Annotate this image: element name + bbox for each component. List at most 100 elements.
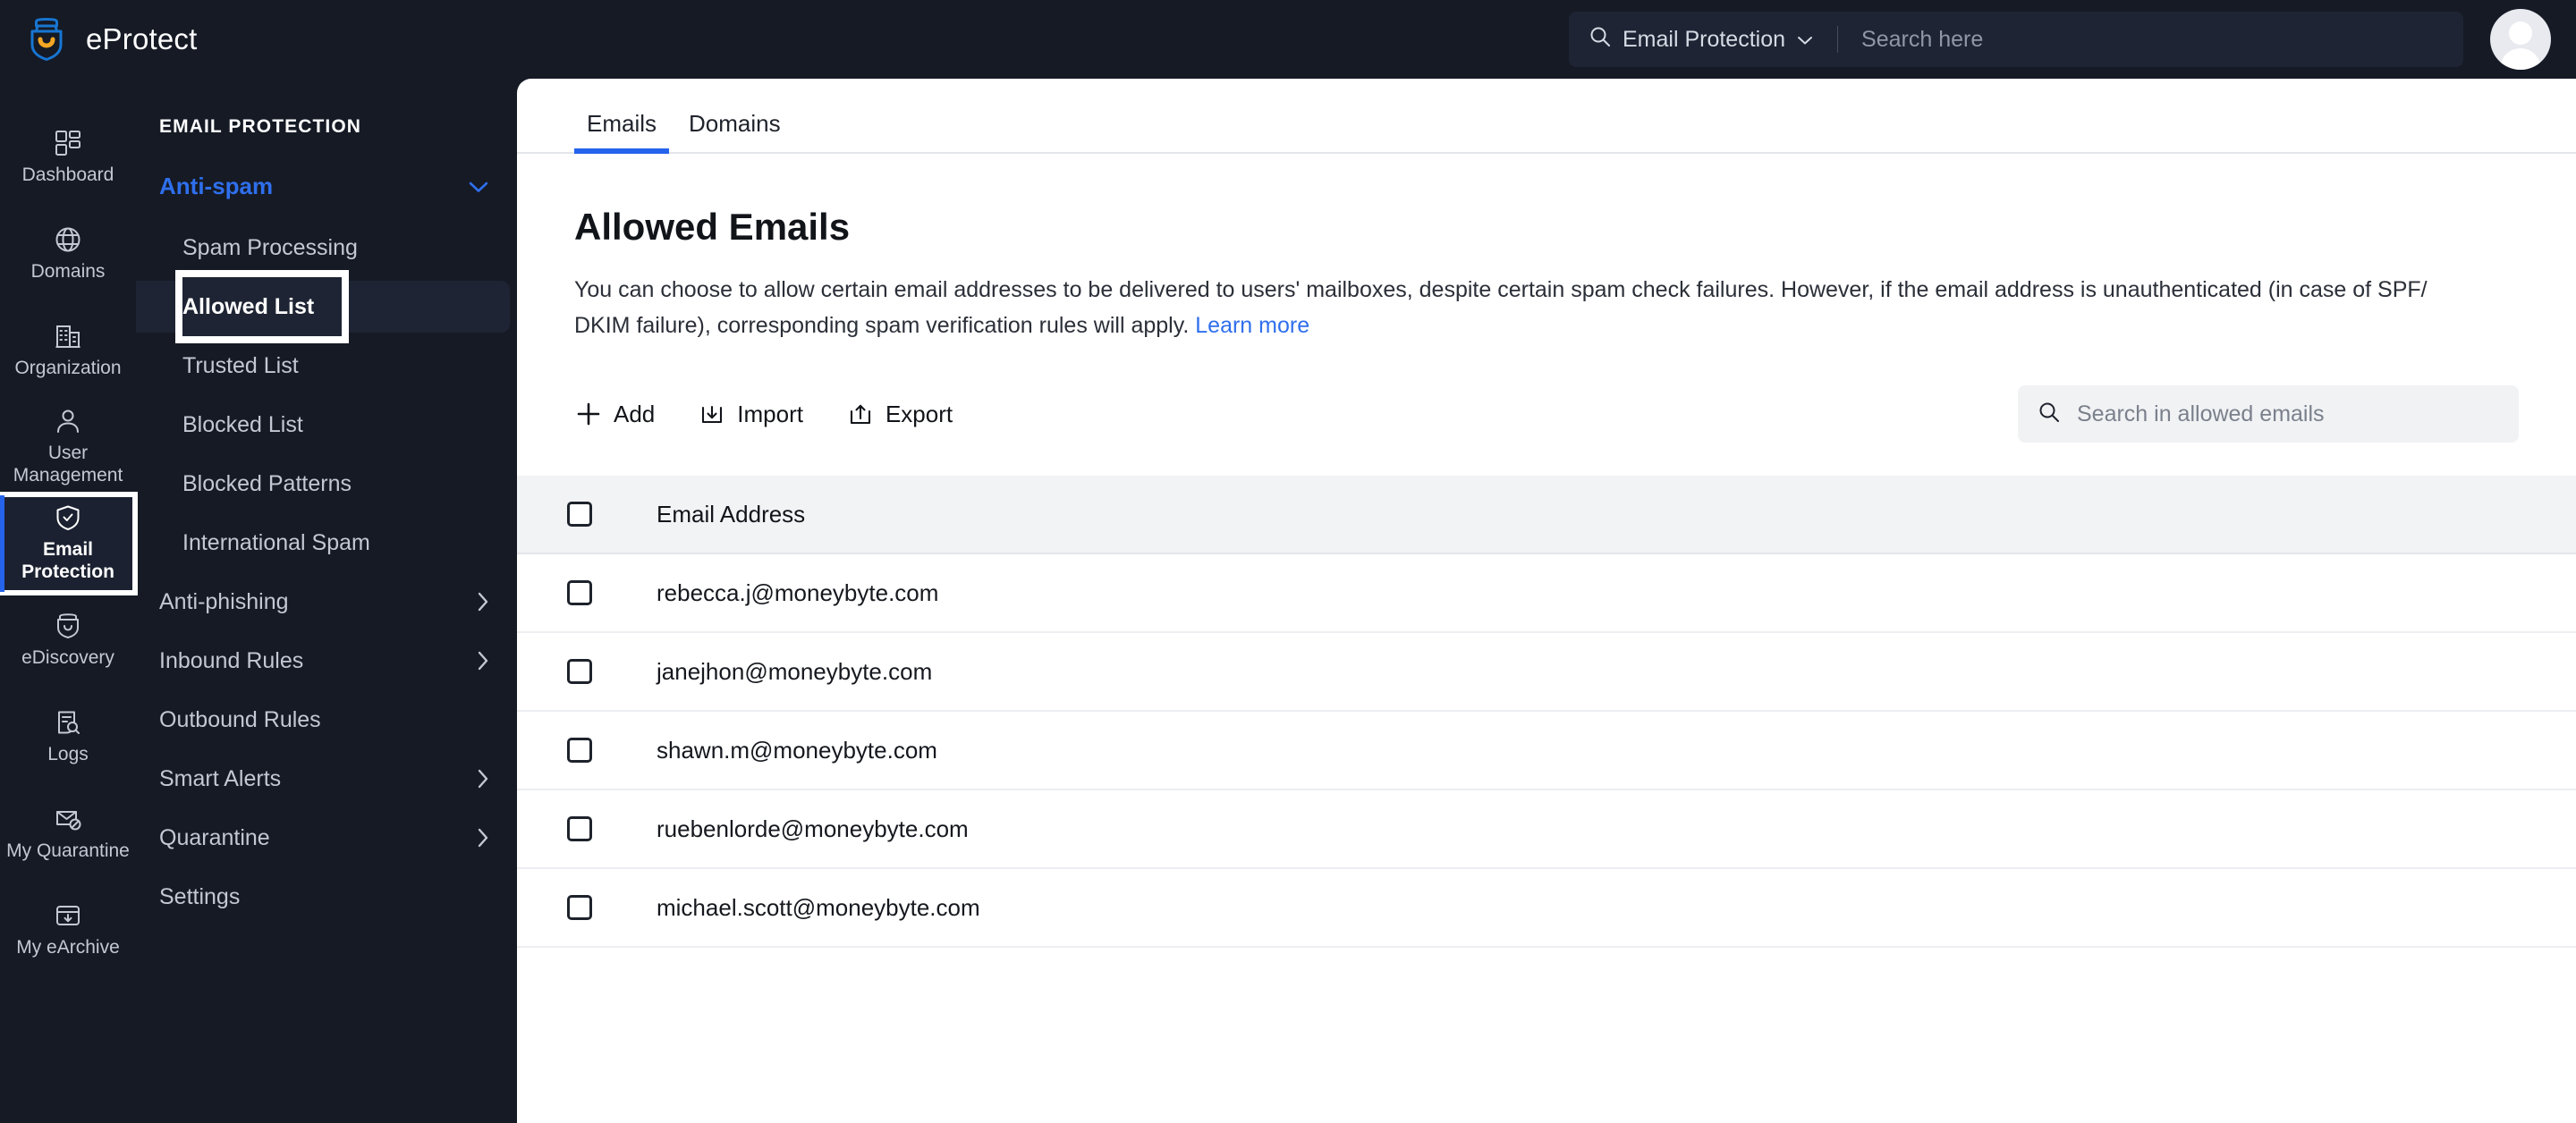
allowed-emails-table: Email Address rebecca.j@moneybyte.com ja… [517,476,2576,948]
row-checkbox[interactable] [567,738,592,763]
subnav-item-label: Blocked List [182,411,303,437]
subnav-item-international-spam[interactable]: International Spam [136,513,517,572]
tab-domains[interactable]: Domains [673,110,797,152]
subnav-item-label: Outbound Rules [159,706,321,732]
tab-emails[interactable]: Emails [571,110,673,154]
chevron-right-icon [476,767,490,790]
chevron-down-icon[interactable] [467,173,490,200]
search-scope-label: Email Protection [1623,26,1786,52]
row-checkbox[interactable] [567,659,592,684]
sidebar-item-my-quarantine[interactable]: My Quarantine [0,785,136,882]
building-icon [55,323,81,350]
select-all-checkbox[interactable] [567,502,592,527]
row-checkbox-cell[interactable] [567,738,631,763]
archive-download-icon [55,902,81,929]
avatar-body [2500,48,2541,70]
row-checkbox-cell[interactable] [567,659,631,684]
top-bar: eProtect Email Protection [0,0,2576,79]
envelope-block-icon [55,806,81,832]
sidebar-item-label: My eArchive [16,936,120,958]
search-icon [2038,401,2061,428]
table-header-row: Email Address [517,476,2576,554]
chevron-right-icon [476,826,490,849]
subnav-item-inbound-rules[interactable]: Inbound Rules [136,631,517,690]
cell-email-address: janejhon@moneybyte.com [657,657,933,685]
cell-email-address: ruebenlorde@moneybyte.com [657,815,969,842]
secondary-nav: EMAIL PROTECTION Anti-spam Spam Processi… [136,79,517,1123]
primary-nav-rail: Dashboard Domains Organization User Mana… [0,79,138,1123]
subnav-item-label: Quarantine [159,824,270,850]
sidebar-item-ediscovery[interactable]: eDiscovery [0,592,136,688]
globe-icon [55,226,81,253]
app-root: eProtect Email Protection Search here Da… [0,0,2576,1123]
search-scope-selector[interactable]: Email Protection [1589,25,1814,55]
table-row[interactable]: shawn.m@moneybyte.com [517,712,2576,790]
sidebar-item-user-management[interactable]: User Management [0,399,136,495]
subnav-item-anti-phishing[interactable]: Anti-phishing [136,572,517,631]
row-checkbox[interactable] [567,580,592,605]
chevron-right-icon [476,590,490,613]
row-checkbox-cell[interactable] [567,816,631,841]
avatar[interactable] [2490,9,2551,70]
sidebar-item-label: Email Protection [21,539,114,582]
subnav-group-anti-spam[interactable]: Anti-spam [136,165,517,207]
search-allowed-emails[interactable] [2018,385,2519,443]
sidebar-item-logs[interactable]: Logs [0,688,136,785]
column-header-email-address: Email Address [657,500,806,528]
shield-helmet-logo-icon [27,18,66,61]
subnav-item-blocked-patterns[interactable]: Blocked Patterns [136,454,517,513]
table-toolbar: Add Import Export [574,383,2519,445]
subnav-item-settings[interactable]: Settings [136,867,517,926]
sidebar-item-email-protection[interactable]: Email Protection [0,492,138,595]
secondary-nav-heading: EMAIL PROTECTION [159,116,362,137]
subnav-item-label: Allowed List [182,293,315,319]
page-title: Allowed Emails [574,206,851,248]
cell-email-address: michael.scott@moneybyte.com [657,893,980,921]
subnav-item-label: Inbound Rules [159,647,304,673]
table-row[interactable]: ruebenlorde@moneybyte.com [517,790,2576,869]
subnav-item-quarantine[interactable]: Quarantine [136,808,517,867]
row-checkbox-cell[interactable] [567,895,631,920]
export-button-label: Export [885,400,953,427]
import-button[interactable]: Import [698,395,805,434]
cell-email-address: shawn.m@moneybyte.com [657,736,937,764]
subnav-item-outbound-rules[interactable]: Outbound Rules [136,690,517,749]
sidebar-item-dashboard[interactable]: Dashboard [0,109,136,206]
subnav-item-label: Spam Processing [182,234,358,260]
row-checkbox-cell[interactable] [567,580,631,605]
table-row[interactable]: michael.scott@moneybyte.com [517,869,2576,948]
sidebar-item-label: Organization [14,357,122,378]
add-button-label: Add [614,400,656,427]
person-icon [55,408,81,435]
subnav-item-spam-processing[interactable]: Spam Processing [136,218,517,277]
avatar-head [2509,21,2532,45]
sidebar-item-domains[interactable]: Domains [0,206,136,302]
table-row[interactable]: janejhon@moneybyte.com [517,633,2576,712]
dashboard-grid-icon [55,130,81,156]
chevron-down-icon [1796,27,1814,53]
subnav-item-label: Settings [159,883,241,909]
subnav-item-label: Trusted List [182,352,299,378]
table-row[interactable]: rebecca.j@moneybyte.com [517,554,2576,633]
global-search-input[interactable] [1861,26,2444,53]
subnav-item-trusted-list[interactable]: Trusted List [136,336,517,395]
import-button-label: Import [737,400,803,427]
page-description: You can choose to allow certain email ad… [517,249,2521,343]
sidebar-item-my-earchive[interactable]: My eArchive [0,882,136,978]
add-button[interactable]: Add [574,395,657,434]
row-checkbox[interactable] [567,895,592,920]
subnav-item-blocked-list[interactable]: Blocked List [136,395,517,454]
learn-more-link[interactable]: Learn more [1195,313,1309,338]
export-button[interactable]: Export [846,395,954,434]
sidebar-item-organization[interactable]: Organization [0,302,136,399]
subnav-item-smart-alerts[interactable]: Smart Alerts [136,749,517,808]
row-checkbox[interactable] [567,816,592,841]
select-all-checkbox-cell[interactable] [567,502,631,527]
brand[interactable]: eProtect [0,18,517,61]
cell-email-address: rebecca.j@moneybyte.com [657,578,939,606]
search-input[interactable] [2077,401,2499,427]
global-search-bar[interactable]: Email Protection [1569,12,2463,67]
main-panel: Emails Domains Allowed Emails You can ch… [517,79,2576,1123]
subnav-item-allowed-list[interactable]: Allowed List [136,270,517,343]
search-icon [1589,25,1612,55]
